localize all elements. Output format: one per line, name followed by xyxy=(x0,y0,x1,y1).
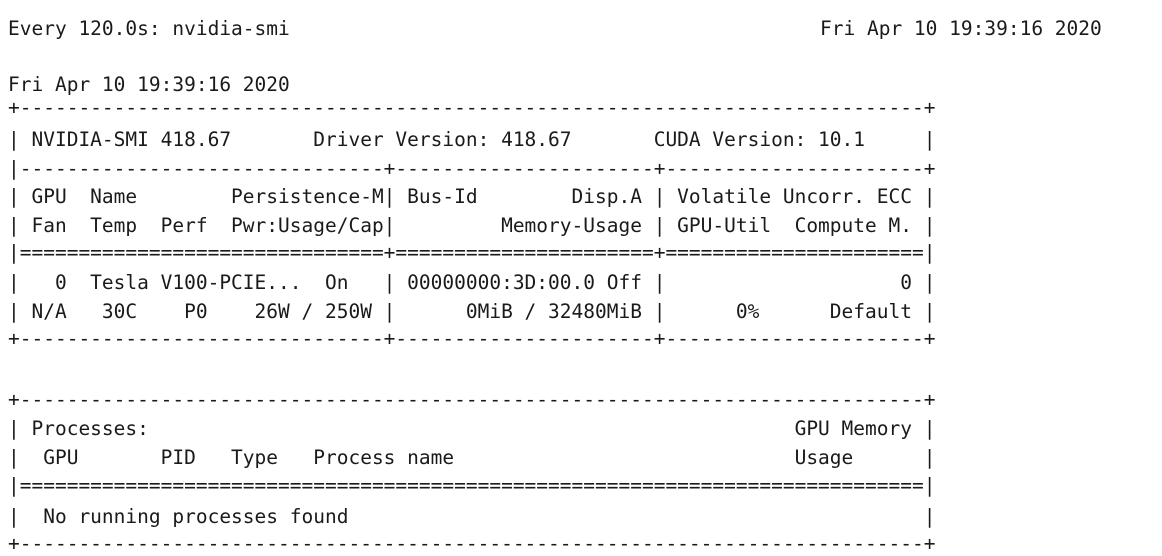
gpu-table-separator: |-------------------------------+-------… xyxy=(8,157,936,180)
processes-header-divider: |=======================================… xyxy=(8,474,936,497)
gpu-table-header-divider: |===============================+=======… xyxy=(8,241,936,264)
gpu-table-border-bottom: +-------------------------------+-------… xyxy=(8,327,936,350)
gpu-data-row: | 0 Tesla V100-PCIE... On | 00000000:3D:… xyxy=(8,271,936,294)
terminal-window: Every 120.0s: nvidia-smi Fri Apr 10 19:3… xyxy=(0,0,1162,556)
processes-table-border-bottom: +---------------------------------------… xyxy=(8,532,936,555)
processes-header-row: | GPU PID Type Process name Usage | xyxy=(8,446,936,469)
no-processes-message: | No running processes found | xyxy=(8,505,936,528)
watch-header-timestamp: Fri Apr 10 19:39:16 2020 xyxy=(820,17,1102,40)
gpu-table-border-top: +---------------------------------------… xyxy=(8,96,936,119)
gpu-data-row-2: | N/A 30C P0 26W / 250W | 0MiB / 32480Mi… xyxy=(8,300,936,323)
watch-command-label: Every 120.0s: nvidia-smi xyxy=(8,17,290,40)
gpu-table-header-row: | GPU Name Persistence-M| Bus-Id Disp.A … xyxy=(8,185,936,208)
processes-table-border-top: +---------------------------------------… xyxy=(8,388,936,411)
processes-title-row: | Processes: GPU Memory | xyxy=(8,417,936,440)
gpu-table-header-row-2: | Fan Temp Perf Pwr:Usage/Cap| Memory-Us… xyxy=(8,214,936,237)
version-info-row: | NVIDIA-SMI 418.67 Driver Version: 418.… xyxy=(8,128,936,151)
